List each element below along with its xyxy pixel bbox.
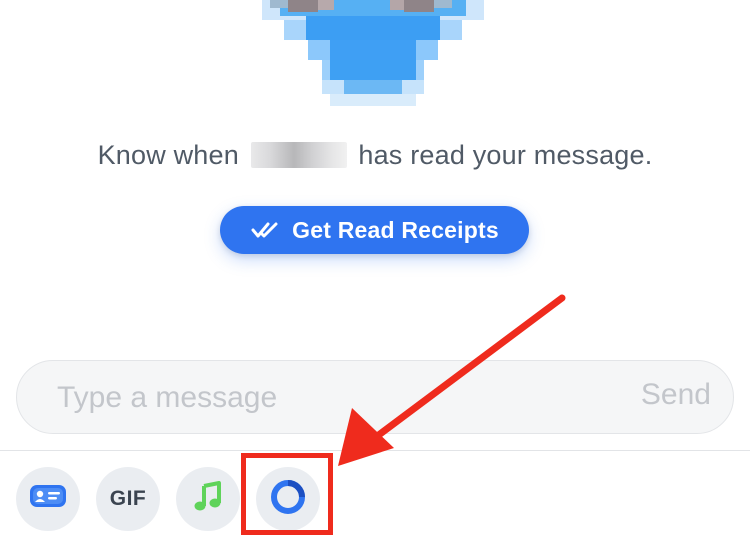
- annotation-highlight-box: [241, 453, 333, 535]
- gif-button[interactable]: GIF: [96, 467, 160, 531]
- pixelated-avatar: [248, 0, 498, 115]
- chat-screen: Know when has read your message. Get Rea…: [0, 0, 750, 547]
- redacted-contact-name: [250, 142, 347, 168]
- read-receipts-info: Know when has read your message.: [0, 140, 750, 171]
- toolbar-divider: [0, 450, 750, 451]
- music-button[interactable]: [176, 467, 240, 531]
- contact-card-button[interactable]: [16, 467, 80, 531]
- message-composer: Send: [16, 360, 734, 434]
- get-read-receipts-button[interactable]: Get Read Receipts: [220, 206, 529, 254]
- info-prefix: Know when: [97, 140, 239, 170]
- get-read-receipts-label: Get Read Receipts: [292, 216, 499, 243]
- music-note-icon: [193, 480, 223, 518]
- contact-card-icon: [28, 483, 68, 516]
- info-suffix: has read your message.: [358, 140, 653, 170]
- double-check-icon: [250, 219, 280, 241]
- send-button[interactable]: Send: [641, 378, 711, 412]
- gif-icon: GIF: [109, 487, 147, 510]
- message-input[interactable]: [55, 377, 579, 419]
